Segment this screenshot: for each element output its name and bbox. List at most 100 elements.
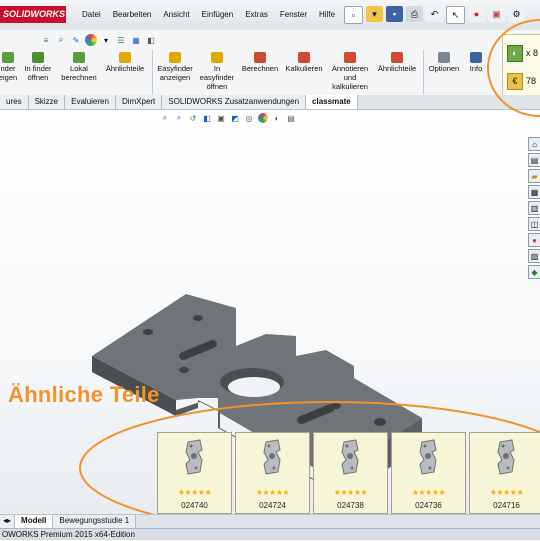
similar-part-card[interactable]: ★★★★★ 024738 [313, 432, 388, 514]
kalkulieren-button[interactable]: Kalkulieren [283, 52, 325, 73]
bottom-tabs: ◂▸ Modell Bewegungsstudie 1 [0, 514, 540, 528]
menu-hilfe[interactable]: Hilfe [313, 8, 341, 22]
menu-ansicht[interactable]: Ansicht [157, 8, 195, 22]
quantity-value: x 8 [526, 48, 539, 58]
lokal-berechnen-label: Lokal berechnen [61, 64, 97, 82]
kalkulieren-label: Kalkulieren [285, 64, 323, 73]
print-icon[interactable]: ⎙ [406, 6, 423, 22]
tab-evaluieren[interactable]: Evaluieren [65, 95, 116, 109]
new-document-icon[interactable]: ▫ [344, 6, 363, 24]
easyfinder-anzeigen-button[interactable]: Easyfinder anzeigen [156, 52, 194, 82]
lokal-berechnen-button[interactable]: Lokal berechnen [58, 52, 100, 82]
similar-parts-title: Ähnliche Teile [8, 382, 160, 407]
menu-extras[interactable]: Extras [239, 8, 274, 22]
finder-anzeigen-button[interactable]: nder eigen [0, 52, 22, 82]
search-icon[interactable]: ⌕ [55, 34, 67, 46]
rating-stars: ★★★★★ [333, 488, 368, 497]
edit-icon[interactable]: ✎ [70, 34, 82, 46]
layers-icon[interactable]: ☰ [115, 34, 127, 46]
similar-part-card[interactable]: ★★★★★ 024724 [235, 432, 310, 514]
optionen-label: Optionen [428, 64, 460, 73]
easyfinder-anzeigen-label: Easyfinder anzeigen [157, 64, 193, 82]
undo-icon[interactable]: ↶ [426, 6, 443, 22]
solidworks-logo[interactable]: SOLIDWORKS [0, 6, 66, 23]
menu-bearbeiten[interactable]: Bearbeiten [107, 8, 158, 22]
quantity-icon: ◐ [507, 44, 523, 62]
similar-parts-icon [391, 52, 403, 63]
tab-dimxpert[interactable]: DimXpert [115, 95, 163, 109]
finder-open-icon [32, 52, 44, 63]
in-easyfinder-oeffnen-label: In easyfinder öffnen [199, 64, 235, 91]
annotieren-und-kalkulieren-button[interactable]: Annotieren und kalkulieren [328, 52, 372, 91]
rating-stars: ★★★★★ [411, 488, 446, 497]
price-value: 78 [526, 76, 537, 86]
part-number: 024740 [181, 501, 208, 510]
tab-classmate[interactable]: classmate [306, 95, 358, 109]
part-thumbnail [185, 439, 203, 475]
command-manager: ≡ ⌕ ✎ ▾ ☰ ▦ ◧ nder eigen In finder öffne… [0, 30, 540, 96]
mounting-hole [179, 367, 189, 373]
menu-datei[interactable]: Datei [76, 8, 107, 22]
menu-einfuegen[interactable]: Einfügen [196, 8, 240, 22]
aehnlichteile-button-1[interactable]: Ähnlichteile [102, 52, 148, 73]
part-number: 024736 [415, 501, 442, 510]
tab-skizze[interactable]: Skizze [28, 95, 66, 109]
view-icon[interactable]: ▦ [130, 34, 142, 46]
similar-part-card[interactable]: ★★★★★ 024716 [469, 432, 540, 514]
command-tabs: ures Skizze Evaluieren DimXpert SOLIDWOR… [0, 95, 540, 110]
part-number: 024738 [337, 501, 364, 510]
rating-stars: ★★★★★ [177, 488, 212, 497]
mounting-hole [143, 329, 153, 335]
center-bore-inner [228, 377, 280, 397]
mounting-hole [193, 315, 203, 321]
part-number: 024716 [493, 501, 520, 510]
options-icon[interactable]: ▣ [488, 6, 505, 22]
tab-features[interactable]: ures [0, 95, 29, 109]
camera-icon[interactable]: ◧ [145, 34, 157, 46]
part-thumbnail [263, 439, 281, 475]
scroll-arrows[interactable]: ◂▸ [0, 515, 16, 528]
tab-modell[interactable]: Modell [15, 515, 54, 528]
aehnlichteile-label-2: Ähnlichteile [377, 64, 417, 73]
in-easyfinder-oeffnen-button[interactable]: In easyfinder öffnen [198, 52, 236, 91]
open-folder-icon[interactable]: ▾ [366, 6, 383, 22]
tab-bewegungsstudie[interactable]: Bewegungsstudie 1 [53, 515, 137, 528]
berechnen-button[interactable]: Berechnen [240, 52, 280, 73]
mounting-hole [374, 418, 386, 426]
quantity-row: ◐ x 8 [507, 43, 540, 63]
part-number: 024724 [259, 501, 286, 510]
info-label: Info [469, 64, 483, 73]
easyfinder-icon [169, 52, 181, 63]
optionen-button[interactable]: Optionen [426, 52, 462, 73]
part-thumbnail [419, 439, 437, 475]
traffic-light-icon[interactable]: ● [468, 6, 485, 22]
easyfinder-open-icon [211, 52, 223, 63]
menu-fenster[interactable]: Fenster [274, 8, 313, 22]
aehnlichteile-button-2[interactable]: Ähnlichteile [374, 52, 420, 73]
dropdown-icon[interactable]: ▾ [100, 34, 112, 46]
sort-icon[interactable]: ≡ [40, 34, 52, 46]
annotieren-und-kalkulieren-label: Annotieren und kalkulieren [331, 64, 369, 91]
classmate-small-tools: ≡ ⌕ ✎ ▾ ☰ ▦ ◧ [40, 34, 157, 46]
info-button[interactable]: Info [465, 52, 487, 73]
similar-parts-icon [119, 52, 131, 63]
select-arrow-icon[interactable]: ↖ [446, 6, 465, 24]
part-thumbnail [497, 439, 515, 475]
in-finder-oeffnen-button[interactable]: In finder öffnen [21, 52, 55, 82]
part-thumbnail [341, 439, 359, 475]
divider [152, 50, 153, 94]
price-panel: ◐ x 8 € 78 [502, 34, 540, 98]
save-icon[interactable]: ▪ [386, 6, 403, 22]
status-bar: OWORKS Premium 2015 x64-Edition [0, 528, 540, 540]
kalkulieren-icon [298, 52, 310, 63]
calculator-icon [73, 52, 85, 63]
settings-icon[interactable]: ⚙ [508, 6, 525, 22]
color-wheel-icon[interactable] [85, 34, 97, 46]
rating-stars: ★★★★★ [489, 488, 524, 497]
finder-icon [2, 52, 14, 63]
finder-anzeigen-label: nder eigen [0, 64, 18, 82]
aehnlichteile-label-1: Ähnlichteile [105, 64, 145, 73]
similar-part-card[interactable]: ★★★★★ 024736 [391, 432, 466, 514]
similar-part-card[interactable]: ★★★★★ 024740 [157, 432, 232, 514]
tab-zusatzanwendungen[interactable]: SOLIDWORKS Zusatzanwendungen [162, 95, 307, 109]
